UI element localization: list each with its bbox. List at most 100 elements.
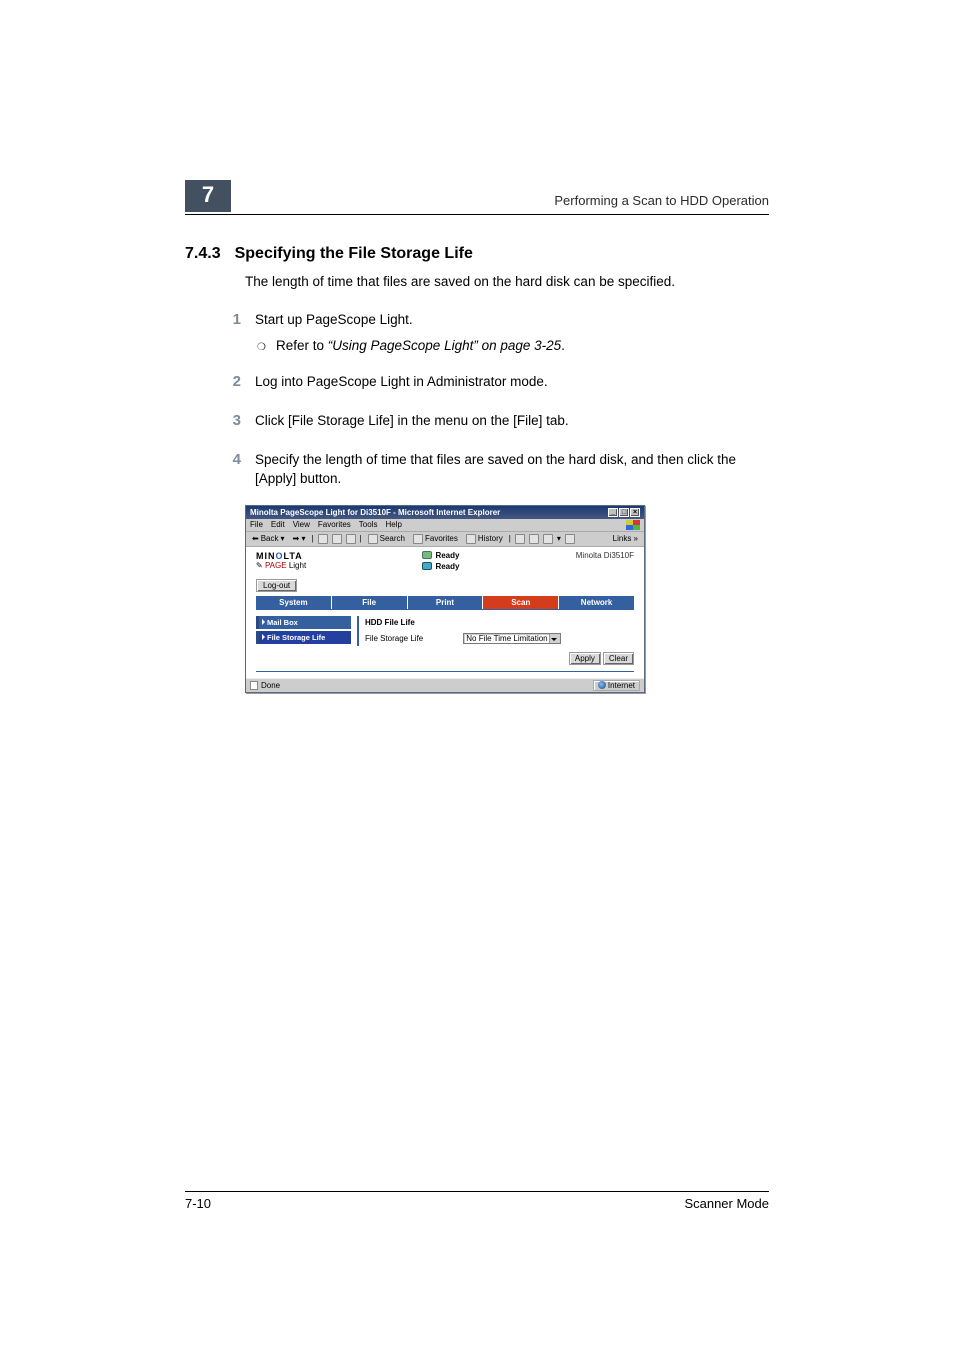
apply-button[interactable]: Apply bbox=[569, 652, 601, 665]
internet-zone-icon bbox=[598, 681, 606, 689]
menu-favorites[interactable]: Favorites bbox=[318, 520, 351, 529]
menu-view[interactable]: View bbox=[293, 520, 310, 529]
step-1-sub: ❍ Refer to “Using PageScope Light” on pa… bbox=[257, 338, 769, 353]
mail-icon[interactable] bbox=[515, 534, 525, 544]
status-left: Done bbox=[250, 681, 280, 690]
status-printer: Ready bbox=[435, 551, 459, 560]
menu-tools[interactable]: Tools bbox=[359, 520, 378, 529]
step-1-sub-italic: “Using PageScope Light” on page 3-25 bbox=[328, 338, 561, 353]
minimize-icon[interactable]: _ bbox=[608, 508, 618, 517]
footer-page-number: 7-10 bbox=[185, 1196, 211, 1211]
window-titlebar: Minolta PageScope Light for Di3510F - Mi… bbox=[246, 506, 644, 519]
close-icon[interactable]: × bbox=[630, 508, 640, 517]
stop-icon[interactable] bbox=[318, 534, 328, 544]
form-row-file-storage-life: File Storage Life No File Time Limitatio… bbox=[365, 633, 628, 644]
menu-bar: File Edit View Favorites Tools Help bbox=[246, 519, 644, 532]
sidebar-item-mail-box[interactable]: Mail Box bbox=[256, 616, 351, 629]
panel-title: HDD File Life bbox=[365, 618, 628, 627]
step-3: 3 Click [File Storage Life] in the menu … bbox=[227, 412, 769, 431]
tab-scan[interactable]: Scan bbox=[483, 596, 559, 609]
browser-toolbar: ⬅Back▾ ➡ ▾ | | Search Favorites History … bbox=[246, 532, 644, 547]
page-footer: 7-10 Scanner Mode bbox=[185, 1191, 769, 1211]
side-nav: Mail Box File Storage Life bbox=[256, 616, 351, 646]
tab-print[interactable]: Print bbox=[408, 596, 484, 609]
step-2-number: 2 bbox=[227, 373, 241, 390]
step-1-number: 1 bbox=[227, 311, 241, 328]
logout-button[interactable]: Log-out bbox=[256, 579, 297, 592]
discuss-icon[interactable] bbox=[565, 534, 575, 544]
chevron-right-icon bbox=[262, 634, 265, 640]
browser-window: Minolta PageScope Light for Di3510F - Mi… bbox=[245, 505, 645, 693]
edit-icon[interactable] bbox=[543, 534, 553, 544]
maximize-icon[interactable]: □ bbox=[619, 508, 629, 517]
window-buttons: _ □ × bbox=[608, 508, 640, 517]
page-icon bbox=[250, 681, 258, 690]
zone-label: Internet bbox=[608, 681, 635, 690]
scanner-icon bbox=[422, 562, 432, 570]
home-icon[interactable] bbox=[346, 534, 356, 544]
sidebar-item-label: Mail Box bbox=[267, 618, 298, 627]
step-3-text: Click [File Storage Life] in the menu on… bbox=[255, 412, 569, 431]
clear-button[interactable]: Clear bbox=[603, 652, 634, 665]
form-label: File Storage Life bbox=[365, 634, 423, 643]
print-icon[interactable] bbox=[529, 534, 539, 544]
sidebar-item-file-storage-life[interactable]: File Storage Life bbox=[256, 631, 351, 644]
forward-button[interactable]: ➡ ▾ bbox=[291, 534, 308, 543]
tab-underline bbox=[256, 609, 634, 610]
step-4-number: 4 bbox=[227, 451, 241, 468]
section-title: Specifying the File Storage Life bbox=[235, 245, 473, 263]
file-storage-life-select[interactable]: No File Time Limitation bbox=[463, 633, 560, 644]
tab-bar: System File Print Scan Network bbox=[256, 596, 634, 609]
menu-file[interactable]: File bbox=[250, 520, 263, 529]
step-2-text: Log into PageScope Light in Administrato… bbox=[255, 373, 548, 392]
embedded-screenshot: Minolta PageScope Light for Di3510F - Mi… bbox=[245, 505, 769, 693]
step-4-text: Specify the length of time that files ar… bbox=[255, 451, 745, 489]
bullet-icon: ❍ bbox=[257, 342, 266, 353]
running-header: 7 Performing a Scan to HDD Operation bbox=[185, 180, 769, 215]
search-icon bbox=[368, 534, 378, 544]
content-footer-line bbox=[256, 671, 634, 672]
search-button[interactable]: Search bbox=[366, 534, 407, 544]
step-2: 2 Log into PageScope Light in Administra… bbox=[227, 373, 769, 392]
step-1-sub-prefix: Refer to bbox=[276, 338, 328, 353]
favorites-button[interactable]: Favorites bbox=[411, 534, 460, 544]
history-icon bbox=[466, 534, 476, 544]
running-head-text: Performing a Scan to HDD Operation bbox=[554, 193, 769, 212]
history-button[interactable]: History bbox=[464, 534, 505, 544]
refresh-icon[interactable] bbox=[332, 534, 342, 544]
ie-logo-icon bbox=[626, 520, 640, 530]
status-done: Done bbox=[261, 681, 280, 690]
step-3-number: 3 bbox=[227, 412, 241, 429]
chapter-badge: 7 bbox=[185, 180, 231, 212]
step-1-sub-text: Refer to “Using PageScope Light” on page… bbox=[276, 338, 565, 353]
page-content: MINOLTA ✎ PAGE Light Ready Ready Minolta… bbox=[246, 547, 644, 672]
printer-icon bbox=[422, 551, 432, 559]
step-1: 1 Start up PageScope Light. bbox=[227, 311, 769, 330]
device-model: Minolta Di3510F bbox=[576, 551, 634, 560]
browser-statusbar: Done Internet bbox=[246, 678, 644, 692]
section-intro: The length of time that files are saved … bbox=[245, 273, 769, 291]
brand-logo: MINOLTA bbox=[256, 551, 306, 561]
back-button[interactable]: ⬅Back▾ bbox=[250, 534, 287, 543]
menu-edit[interactable]: Edit bbox=[271, 520, 285, 529]
favorites-icon bbox=[413, 534, 423, 544]
brand-subtitle: ✎ PAGE Light bbox=[256, 561, 306, 570]
footer-title: Scanner Mode bbox=[684, 1196, 769, 1211]
section-number: 7.4.3 bbox=[185, 245, 221, 263]
status-scanner: Ready bbox=[435, 562, 459, 571]
step-1-sub-suffix: . bbox=[561, 338, 565, 353]
brand-block: MINOLTA ✎ PAGE Light bbox=[256, 551, 306, 570]
main-panel: HDD File Life File Storage Life No File … bbox=[357, 616, 634, 646]
menu-help[interactable]: Help bbox=[385, 520, 401, 529]
step-4: 4 Specify the length of time that files … bbox=[227, 451, 769, 489]
links-label[interactable]: Links » bbox=[613, 534, 640, 543]
security-zone: Internet bbox=[593, 680, 640, 691]
action-row: Apply Clear bbox=[256, 652, 634, 665]
window-title: Minolta PageScope Light for Di3510F - Mi… bbox=[250, 508, 500, 517]
step-1-text: Start up PageScope Light. bbox=[255, 311, 413, 330]
sidebar-item-label: File Storage Life bbox=[267, 633, 325, 642]
tab-file[interactable]: File bbox=[332, 596, 408, 609]
device-status: Ready Ready bbox=[422, 551, 459, 571]
tab-network[interactable]: Network bbox=[559, 596, 634, 609]
tab-system[interactable]: System bbox=[256, 596, 332, 609]
